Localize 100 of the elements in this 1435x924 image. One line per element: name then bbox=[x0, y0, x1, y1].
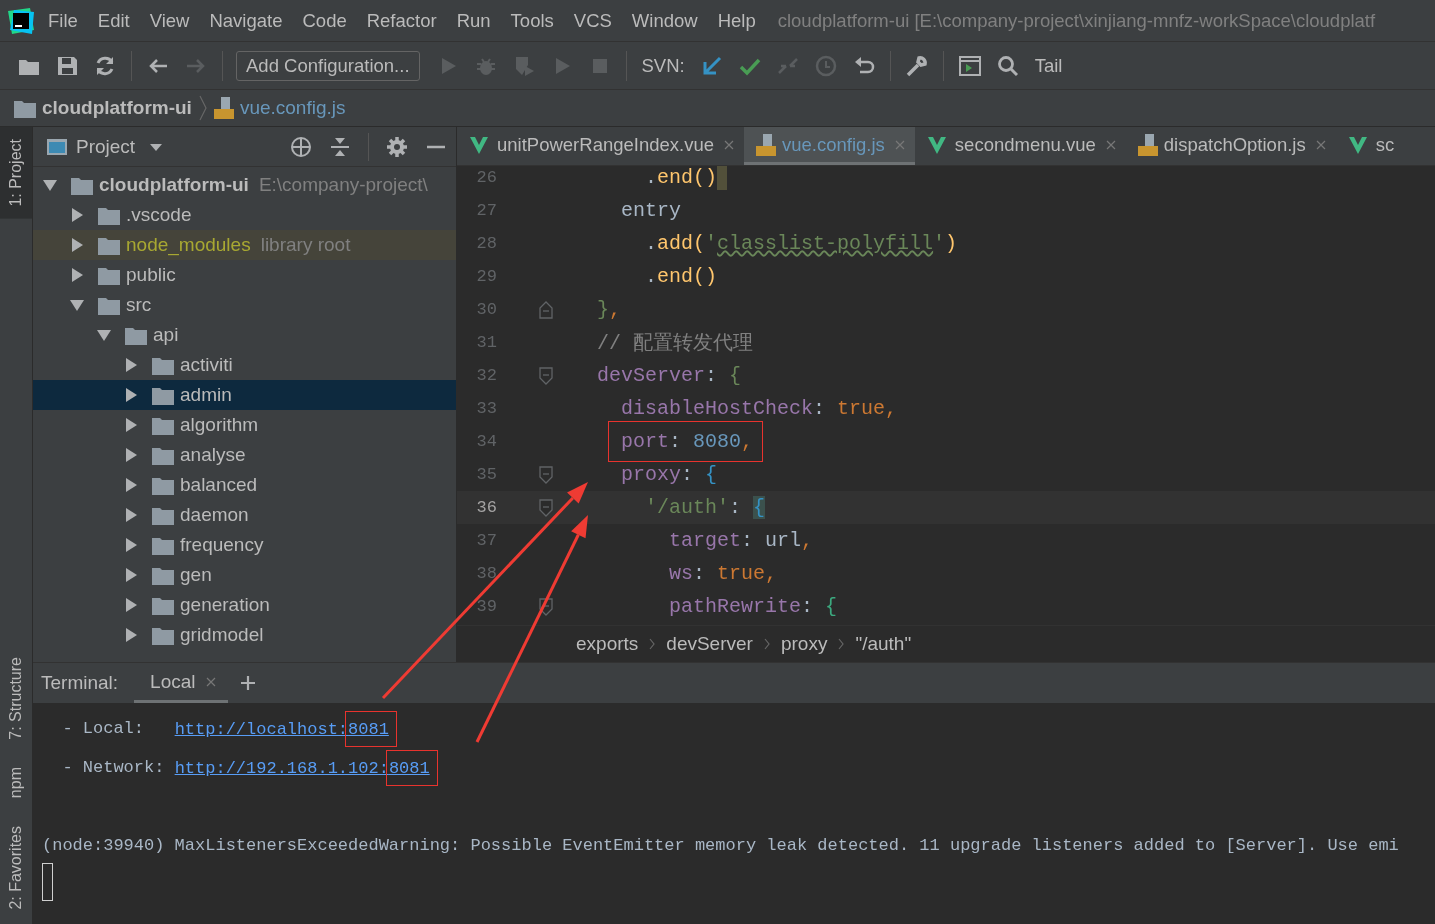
tree-item[interactable]: generation bbox=[33, 590, 456, 620]
collapsed-arrow-icon[interactable] bbox=[124, 358, 138, 372]
folder-icon bbox=[98, 205, 120, 225]
fold-marker-icon[interactable] bbox=[539, 366, 553, 385]
item-label: daemon bbox=[180, 504, 249, 526]
menu-item[interactable]: File bbox=[48, 9, 78, 32]
line-number: 31 bbox=[475, 333, 497, 352]
settings-icon[interactable] bbox=[386, 135, 408, 158]
terminal-link[interactable]: http://localhost:8081 bbox=[174, 710, 398, 747]
tree-item[interactable]: node_modules library root bbox=[33, 230, 456, 260]
tree-item[interactable]: algorithm bbox=[33, 410, 456, 440]
editor-tab[interactable]: unitPowerRangeIndex.vue bbox=[457, 127, 744, 165]
expanded-arrow-icon[interactable] bbox=[43, 178, 57, 192]
item-label: frequency bbox=[180, 534, 264, 556]
menu-item[interactable]: Edit bbox=[97, 9, 130, 32]
editor-tab[interactable]: secondmenu.vue bbox=[914, 127, 1126, 165]
terminal-icon[interactable] bbox=[957, 53, 982, 78]
breadcrumb-item[interactable]: vue.config.js bbox=[239, 97, 346, 119]
menu-item[interactable]: Window bbox=[631, 9, 698, 32]
tree-item[interactable]: daemon bbox=[33, 500, 456, 530]
collapsed-arrow-icon[interactable] bbox=[124, 388, 138, 402]
terminal-text: (node:39940) MaxListenersExceededWarning: Possible EventEmitter memory leak detected. 11 upgrade listeners added to [Server]. Use emi bbox=[42, 835, 1400, 857]
highlight-box bbox=[385, 749, 438, 786]
folder-icon bbox=[98, 295, 120, 315]
collapse-icon[interactable] bbox=[329, 135, 351, 158]
collapsed-arrow-icon[interactable] bbox=[124, 508, 138, 522]
breadcrumb-item[interactable]: exports bbox=[576, 633, 639, 655]
line-number: 26 bbox=[475, 168, 497, 187]
item-label: admin bbox=[180, 384, 232, 406]
menu-item[interactable]: Run bbox=[456, 9, 491, 32]
expanded-arrow-icon[interactable] bbox=[97, 328, 111, 342]
expanded-arrow-icon[interactable] bbox=[70, 298, 84, 312]
line-number: 35 bbox=[475, 465, 497, 484]
code-line: // 配置转发代理 bbox=[596, 331, 753, 356]
terminal-tab[interactable]: Local bbox=[134, 663, 228, 703]
tree-item[interactable]: src bbox=[33, 290, 456, 320]
collapsed-arrow-icon[interactable] bbox=[124, 598, 138, 612]
tree-item[interactable]: frequency bbox=[33, 530, 456, 560]
collapsed-arrow-icon[interactable] bbox=[124, 478, 138, 492]
tool-window-tab[interactable]: 7: Structure bbox=[0, 642, 32, 754]
item-label: balanced bbox=[180, 474, 258, 496]
terminal-link[interactable]: http://192.168.1.102:8081 bbox=[174, 749, 439, 786]
menu-item[interactable]: Help bbox=[717, 9, 756, 32]
tree-item[interactable]: public bbox=[33, 260, 456, 290]
search-icon[interactable] bbox=[995, 53, 1020, 78]
breadcrumb-item[interactable]: proxy bbox=[780, 633, 828, 655]
collapsed-arrow-icon[interactable] bbox=[124, 538, 138, 552]
line-number: 34 bbox=[475, 432, 497, 451]
line-number: 37 bbox=[475, 531, 497, 550]
item-label: gen bbox=[180, 564, 212, 586]
configuration-button[interactable]: Add Configuration... bbox=[236, 50, 420, 81]
tool-window-tab[interactable]: npm bbox=[0, 753, 32, 813]
menu-item[interactable]: Refactor bbox=[366, 9, 437, 32]
menu-item[interactable]: Navigate bbox=[209, 9, 283, 32]
editor-tab[interactable]: sc bbox=[1335, 127, 1405, 165]
editor-tab[interactable]: dispatchOption.js bbox=[1125, 127, 1336, 165]
terminal-text: - Network: bbox=[61, 758, 166, 777]
tree-item[interactable]: balanced bbox=[33, 470, 456, 500]
tool-window-tab[interactable]: 1: Project bbox=[0, 127, 32, 219]
collapsed-arrow-icon[interactable] bbox=[124, 418, 138, 432]
tree-item[interactable]: api bbox=[33, 320, 456, 350]
folder-icon bbox=[152, 535, 174, 555]
wrench-icon[interactable] bbox=[904, 53, 929, 78]
panel-title[interactable]: Project bbox=[76, 135, 136, 158]
item-label: algorithm bbox=[180, 414, 259, 436]
collapsed-arrow-icon[interactable] bbox=[124, 628, 138, 642]
fold-marker-icon[interactable] bbox=[539, 300, 553, 319]
collapsed-arrow-icon[interactable] bbox=[70, 238, 84, 252]
tree-item[interactable]: .vscode bbox=[33, 200, 456, 230]
add-icon[interactable] bbox=[239, 675, 256, 691]
chevron-icon bbox=[762, 638, 771, 650]
tree-item[interactable]: admin bbox=[33, 380, 456, 410]
tree-item[interactable]: gridmodel bbox=[33, 620, 456, 650]
collapsed-arrow-icon[interactable] bbox=[70, 268, 84, 282]
line-number: 36 bbox=[475, 498, 497, 517]
crosshair-icon[interactable] bbox=[290, 135, 312, 158]
item-note: E:\company-project\ bbox=[258, 174, 428, 196]
collapsed-arrow-icon[interactable] bbox=[124, 568, 138, 582]
menu-item[interactable]: VCS bbox=[573, 9, 612, 32]
js-file-icon bbox=[213, 97, 234, 119]
fold-marker-icon[interactable] bbox=[539, 498, 553, 517]
js-file-icon bbox=[1137, 133, 1158, 156]
tree-item[interactable]: analyse bbox=[33, 440, 456, 470]
code-line: }, bbox=[596, 298, 622, 321]
tree-item[interactable]: gen bbox=[33, 560, 456, 590]
breadcrumb-item[interactable]: cloudplatform-ui bbox=[42, 97, 192, 119]
tree-item[interactable]: activiti bbox=[33, 350, 456, 380]
menu-item[interactable]: Tools bbox=[510, 9, 554, 32]
tree-item[interactable]: cloudplatform-ui E:\company-project\ bbox=[33, 170, 456, 200]
breadcrumb-item[interactable]: devServer bbox=[666, 633, 753, 655]
fold-marker-icon[interactable] bbox=[539, 597, 553, 616]
fold-marker-icon[interactable] bbox=[539, 465, 553, 484]
tool-window-tab[interactable]: 2: Favorites bbox=[0, 812, 32, 924]
collapsed-arrow-icon[interactable] bbox=[70, 208, 84, 222]
item-label: api bbox=[153, 324, 179, 346]
collapsed-arrow-icon[interactable] bbox=[124, 448, 138, 462]
menu-item[interactable]: Code bbox=[302, 9, 347, 32]
breadcrumb-item[interactable]: "/auth" bbox=[855, 633, 912, 655]
highlight-box bbox=[345, 710, 397, 747]
menu-item[interactable]: View bbox=[149, 9, 190, 32]
